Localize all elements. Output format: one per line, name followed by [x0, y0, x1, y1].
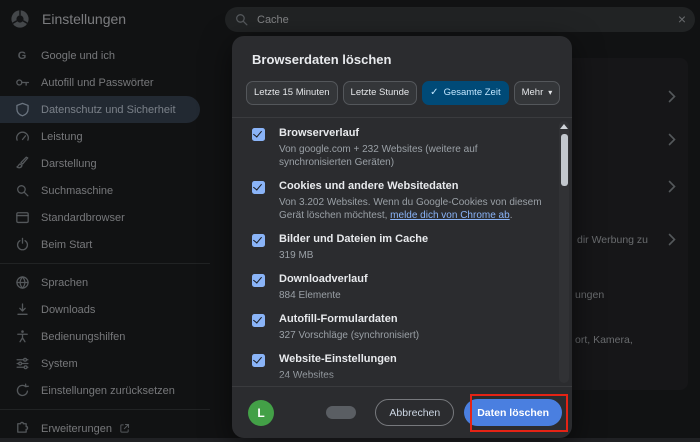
list-item-download-history: Downloadverlauf 884 Elemente — [232, 267, 572, 307]
list-item-browsing-history: Browserverlauf Von google.com + 232 Webs… — [232, 121, 572, 174]
data-types-list: Browserverlauf Von google.com + 232 Webs… — [232, 116, 572, 386]
checkbox-cookies[interactable] — [252, 180, 265, 194]
checkbox-cached-images[interactable] — [252, 233, 265, 247]
chip-all-time[interactable]: ✓ Gesamte Zeit — [422, 80, 509, 105]
item-title: Downloadverlauf — [279, 272, 368, 285]
footer-placeholder-pill — [326, 406, 356, 419]
item-title: Autofill-Formulardaten — [279, 312, 398, 325]
item-title: Cookies und andere Websitedaten — [279, 179, 459, 192]
item-desc: 319 MB — [279, 249, 314, 261]
chip-last-15-minutes[interactable]: Letzte 15 Minuten — [246, 80, 338, 105]
time-range-chips: Letzte 15 Minuten Letzte Stunde ✓ Gesamt… — [246, 80, 561, 105]
desc-suffix: . — [509, 209, 513, 221]
check-icon: ✓ — [430, 87, 439, 99]
scrollbar-track[interactable] — [559, 120, 569, 383]
cancel-button[interactable]: Abbrechen — [375, 399, 455, 426]
list-item-cookies: Cookies und andere Websitedaten Von 3.20… — [232, 174, 572, 227]
chip-label: Letzte 15 Minuten — [254, 87, 330, 99]
delete-data-button[interactable]: Daten löschen — [464, 399, 562, 426]
list-item-site-settings: Website-Einstellungen 24 Websites — [232, 347, 572, 386]
checkbox-download-history[interactable] — [252, 273, 265, 287]
item-desc: 327 Vorschläge (synchronisiert) — [279, 329, 420, 341]
item-desc: 24 Websites — [279, 369, 334, 381]
scroll-up-arrow-icon[interactable] — [560, 123, 568, 129]
list-item-cached-images: Bilder und Dateien im Cache 319 MB — [232, 227, 572, 267]
chip-label: Letzte Stunde — [350, 87, 410, 99]
item-desc: 884 Elemente — [279, 289, 341, 301]
checkbox-autofill[interactable] — [252, 313, 265, 327]
checkbox-browsing-history[interactable] — [252, 127, 265, 141]
dialog-footer: L Abbrechen Daten löschen — [232, 386, 572, 438]
dialog-title: Browserdaten löschen — [252, 52, 392, 67]
item-desc: Von 3.202 Websites. Wenn du Google-Cooki… — [279, 196, 542, 222]
clear-browsing-data-dialog: Browserdaten löschen Letzte 15 Minuten L… — [232, 36, 572, 438]
checkbox-site-settings[interactable] — [252, 353, 265, 367]
item-title: Browserverlauf — [279, 126, 360, 139]
chip-label: Gesamte Zeit — [443, 87, 501, 99]
list-item-autofill: Autofill-Formulardaten 327 Vorschläge (s… — [232, 307, 572, 347]
scrollbar-thumb[interactable] — [560, 133, 568, 186]
account-avatar: L — [248, 399, 274, 426]
chip-more[interactable]: Mehr ▾ — [513, 80, 561, 105]
chevron-down-icon: ▾ — [548, 88, 553, 98]
chip-last-hour[interactable]: Letzte Stunde — [342, 80, 418, 105]
sign-out-link[interactable]: melde dich von Chrome ab — [390, 210, 510, 221]
item-title: Bilder und Dateien im Cache — [279, 232, 429, 245]
item-desc: Von google.com + 232 Websites (weitere a… — [279, 143, 478, 168]
chip-label: Mehr — [521, 87, 544, 99]
item-title: Website-Einstellungen — [279, 352, 397, 365]
